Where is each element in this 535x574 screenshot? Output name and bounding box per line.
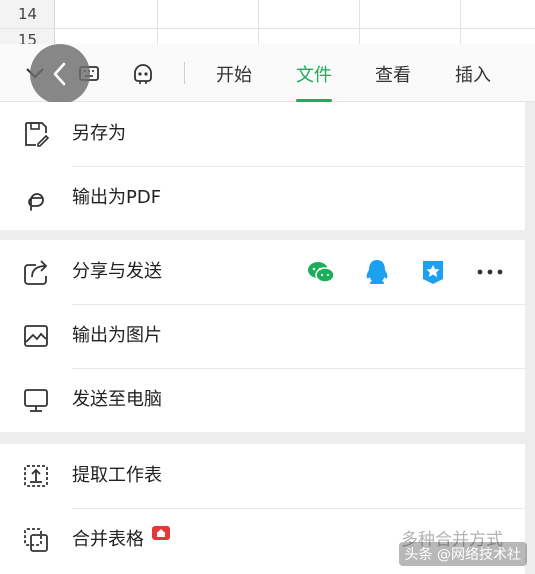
toolbar-separator	[184, 62, 185, 84]
image-icon	[22, 322, 50, 350]
share-icon	[22, 258, 50, 286]
merge-sheets-label: 合并表格	[72, 529, 144, 550]
export-pdf-label: 输出为PDF	[72, 187, 162, 208]
more-icon[interactable]	[476, 240, 504, 304]
menu-item-extract-sheet[interactable]: 提取工作表	[0, 444, 525, 508]
tim-share-icon[interactable]	[420, 240, 446, 304]
menu-item-send-to-pc[interactable]: 发送至电脑	[0, 368, 525, 432]
wechat-share-icon[interactable]	[306, 240, 336, 304]
share-send-label: 分享与发送	[72, 261, 162, 282]
row-number: 15	[18, 31, 38, 44]
chevron-left-icon	[53, 62, 66, 86]
tab-insert[interactable]: 插入	[455, 61, 491, 102]
menu-group-share: 分享与发送 输出为图片 发送至电脑	[0, 240, 525, 432]
back-button[interactable]	[30, 44, 90, 104]
menu-item-save-as[interactable]: 另存为	[0, 102, 525, 166]
save-as-icon	[22, 120, 50, 148]
menu-item-export-image[interactable]: 输出为图片	[0, 304, 525, 368]
merge-sheets-icon	[22, 526, 50, 554]
pdf-icon	[22, 184, 50, 212]
row-number: 14	[18, 5, 38, 23]
spreadsheet-area[interactable]: 14 15	[0, 0, 535, 44]
menu-item-export-pdf[interactable]: 输出为PDF	[0, 166, 525, 230]
export-image-label: 输出为图片	[72, 325, 162, 346]
tab-file[interactable]: 文件	[296, 61, 332, 102]
monitor-icon	[22, 386, 50, 414]
extract-sheet-icon	[22, 462, 50, 490]
watermark-text: 头条 @网络技术社	[398, 542, 527, 566]
scroll-gutter	[525, 102, 535, 574]
send-to-pc-label: 发送至电脑	[72, 389, 162, 410]
menu-group-save: 另存为 输出为PDF	[0, 102, 525, 230]
extract-sheet-label: 提取工作表	[72, 465, 162, 486]
smart-assistant-icon[interactable]	[128, 58, 158, 88]
qq-share-icon[interactable]	[364, 240, 390, 304]
tab-start[interactable]: 开始	[216, 61, 252, 102]
tab-view[interactable]: 查看	[375, 61, 411, 102]
new-badge-icon	[152, 526, 170, 540]
save-as-label: 另存为	[72, 123, 126, 144]
menu-item-share-send[interactable]: 分享与发送	[0, 240, 525, 304]
